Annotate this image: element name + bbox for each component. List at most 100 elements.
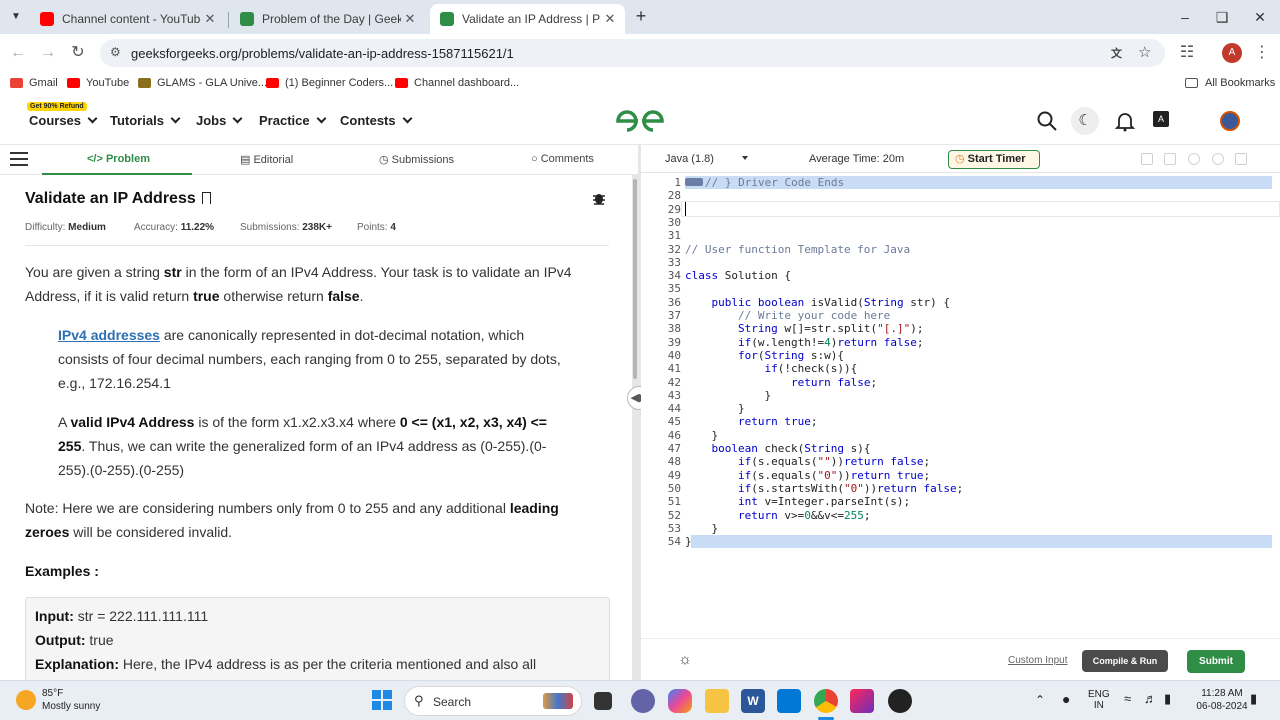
show-hidden-icons[interactable]: ⌃ [1035,693,1045,707]
code-line[interactable]: // } Driver Code Ends [705,176,844,189]
minimize-button[interactable]: – [1170,6,1200,28]
clock[interactable]: 11:28 AM 06-08-2024 [1190,688,1254,712]
translate-icon[interactable]: 文 [1111,45,1122,61]
word-icon[interactable]: W [741,689,765,713]
code-line[interactable]: if(s.equals(""))return false; [685,455,930,468]
code-line[interactable]: } [685,522,718,535]
fold-marker-icon[interactable] [685,178,703,186]
windows-start-icon[interactable] [372,690,392,710]
gfg-logo[interactable] [614,108,666,134]
custom-input-link[interactable]: Custom Input [1008,655,1067,666]
wifi-icon[interactable]: ≈ [1124,691,1131,706]
code-line[interactable]: class Solution { [685,269,791,282]
weather-desc[interactable]: Mostly sunny [42,701,100,712]
hamburger-menu-icon[interactable] [10,151,28,167]
code-line[interactable]: } [685,389,771,402]
tab-close-icon[interactable]: ✕ [601,11,619,27]
site-info-icon[interactable]: ⚙ [110,45,121,59]
browser-tab[interactable]: Channel content - YouTube Stu✕ [30,4,225,34]
code-line[interactable]: boolean check(String s){ [685,442,871,455]
bookmark-item[interactable]: Gmail [10,77,58,89]
start-timer-button[interactable]: ◷ Start Timer▶ [948,150,1040,184]
code-line[interactable]: int v=Integer.parseInt(s); [685,495,910,508]
address-bar[interactable]: ⚙ geeksforgeeks.org/problems/validate-an… [100,39,1165,67]
scrollbar-thumb[interactable] [633,179,637,379]
intellij-icon[interactable] [850,689,874,713]
copy-icon[interactable] [1141,153,1153,165]
code-line[interactable]: } [685,402,745,415]
maximize-button[interactable]: ❑ [1207,6,1237,28]
chrome-icon[interactable] [814,689,838,713]
user-avatar[interactable] [1220,111,1240,131]
browser-tab[interactable]: Problem of the Day | GeeksforG✕ [230,4,425,34]
bookmark-item[interactable]: GLAMS - GLA Unive... [138,77,267,89]
weather-sun-icon[interactable] [16,690,36,710]
tab-comments[interactable]: ○ Comments [531,153,594,165]
code-line[interactable]: if(!check(s)){ [685,362,857,375]
teams-icon[interactable] [631,689,655,713]
code-line[interactable]: if(s.startsWith("0"))return false; [685,482,963,495]
report-bug-icon[interactable] [591,190,607,206]
submit-button[interactable]: Submit [1187,650,1245,673]
task-view-icon[interactable] [594,692,612,710]
tab-editorial[interactable]: ▤ Editorial [240,153,293,166]
ipv4-addresses-link[interactable]: IPv4 addresses [58,327,160,343]
code-line[interactable]: // Write your code here [685,309,890,322]
code-line[interactable]: String w[]=str.split("[.]"); [685,322,923,335]
github-icon[interactable] [888,689,912,713]
tab-search-button[interactable]: ▼ [6,8,26,26]
more-menu-icon[interactable]: ⋮ [1252,43,1272,63]
all-bookmarks[interactable]: All Bookmarks [1185,77,1275,89]
bookmark-icon[interactable] [202,192,212,204]
new-tab-button[interactable]: + [632,6,650,26]
nav-menu-jobs[interactable]: Jobs [196,113,243,128]
microphone-icon[interactable]: ● [1062,691,1070,707]
code-line[interactable]: return v>=0&&v<=255; [685,509,871,522]
tab-close-icon[interactable]: ✕ [401,11,419,27]
weather-temp[interactable]: 85°F [42,688,63,699]
code-line[interactable]: if(w.length!=4)return false; [685,336,923,349]
bookmark-item[interactable]: Channel dashboard... [395,77,519,89]
code-line[interactable]: return false; [685,376,877,389]
dark-mode-icon[interactable]: ☾ [1071,107,1099,135]
language-select[interactable]: Java (1.8) [665,153,748,165]
code-line[interactable]: // User function Template for Java [685,243,910,256]
nav-menu-contests[interactable]: Contests [340,113,413,128]
theme-sun-icon[interactable]: ☼ [677,652,693,668]
forward-icon[interactable]: → [38,43,58,63]
taskbar-search[interactable]: ⚲ Search [404,686,582,716]
fullscreen-icon[interactable] [1235,153,1247,165]
search-icon[interactable] [1036,110,1058,132]
reload-icon[interactable]: ↻ [68,43,88,63]
notification-bell-icon[interactable] [1114,110,1136,132]
code-editor[interactable]: 1 28 29 30 31 32 33 34 35 36 37 38 39 40 41 42 43 44 45 46 4… [641,173,1280,638]
close-window-button[interactable]: ✕ [1245,6,1275,28]
language-indicator[interactable]: ENG IN [1088,689,1110,711]
extensions-icon[interactable]: ☷ [1177,43,1197,63]
code-line[interactable]: for(String s:w){ [685,349,844,362]
code-line[interactable]: } [685,429,718,442]
tab-problem[interactable]: </> Problem [87,153,150,165]
code-line[interactable]: public boolean isValid(String str) { [685,296,950,309]
profile-avatar[interactable]: A [1222,43,1242,63]
code-line[interactable]: if(s.equals("0"))return true; [685,469,930,482]
browser-tab[interactable]: Validate an IP Address | Practic✕ [430,4,625,34]
bookmark-item[interactable]: YouTube [67,77,129,89]
nav-menu-courses[interactable]: Courses [29,113,98,128]
code-line[interactable]: return true; [685,415,818,428]
code-line[interactable]: } [685,535,692,548]
copilot-icon[interactable] [668,689,692,713]
volume-icon[interactable]: ♬ [1144,691,1157,706]
translate-language-icon[interactable]: A [1153,111,1169,127]
settings-icon[interactable] [1188,153,1200,165]
battery-icon[interactable]: ▮ [1164,691,1171,707]
back-icon[interactable]: ← [8,43,28,63]
file-explorer-icon[interactable] [705,689,729,713]
reset-icon[interactable] [1212,153,1224,165]
bookmark-item[interactable]: (1) Beginner Coders... [266,77,393,89]
tab-submissions[interactable]: ◷ Submissions [379,153,454,166]
notification-icon[interactable]: ▮ [1250,691,1257,707]
nav-menu-tutorials[interactable]: Tutorials [110,113,181,128]
bookmark-star-icon[interactable]: ☆ [1138,43,1151,61]
tab-close-icon[interactable]: ✕ [201,11,219,27]
